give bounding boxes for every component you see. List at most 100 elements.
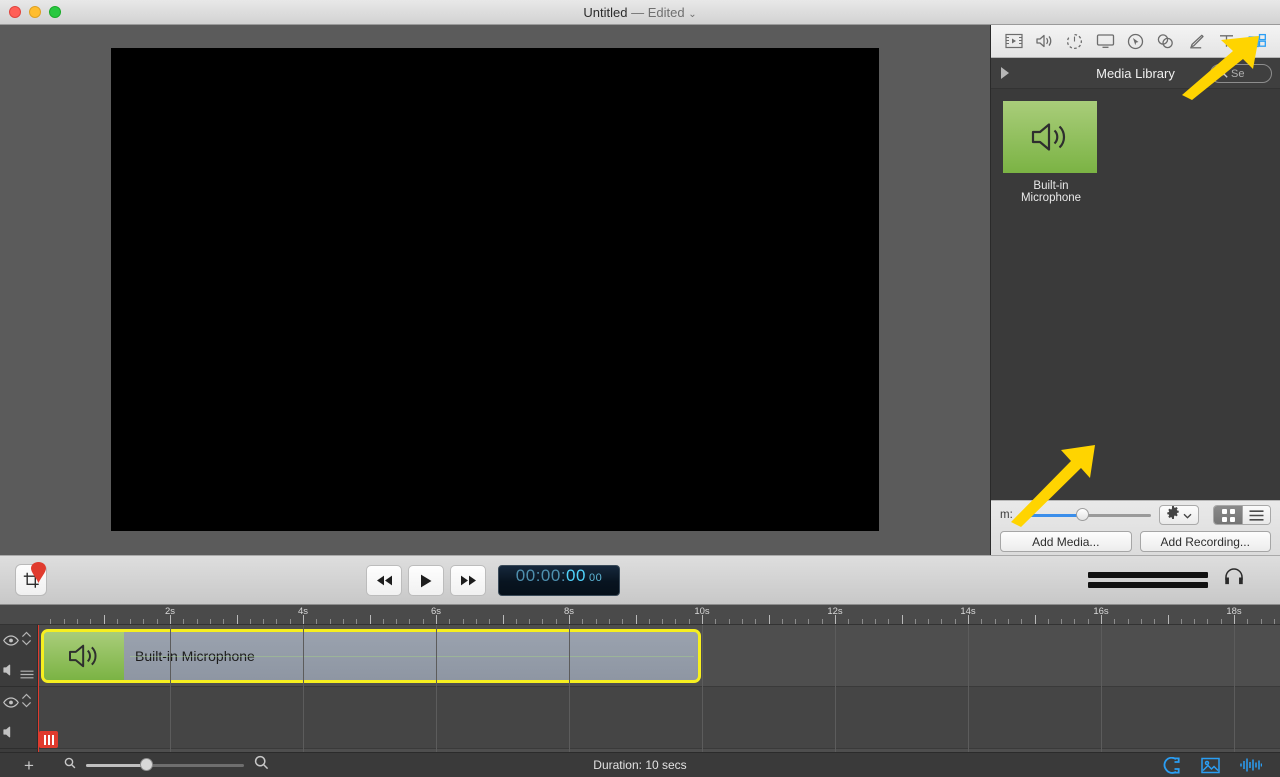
timecode-seconds: 00 xyxy=(566,566,586,585)
ruler-tick xyxy=(874,619,876,624)
ruler-tick xyxy=(1061,619,1063,624)
disclosure-triangle-icon[interactable] xyxy=(1001,67,1009,79)
ruler-tick xyxy=(1021,619,1023,624)
timeline-gridline xyxy=(835,625,836,752)
timeline-zoom-slider[interactable] xyxy=(85,758,244,771)
gear-icon xyxy=(1166,505,1180,525)
timeline-marker[interactable] xyxy=(39,731,58,748)
ruler-tick xyxy=(276,619,278,624)
annotation-pencil-icon[interactable] xyxy=(1183,29,1209,53)
transitions-icon[interactable] xyxy=(1062,29,1088,53)
ruler-tick xyxy=(994,619,996,624)
chevron-down-icon xyxy=(1183,506,1192,524)
track-row[interactable] xyxy=(38,687,1280,749)
fast-forward-button[interactable] xyxy=(450,565,486,596)
grid-view-button[interactable] xyxy=(1214,506,1243,524)
ruler-label: 10s xyxy=(694,606,710,617)
shapes-icon[interactable] xyxy=(1153,29,1179,53)
ruler-tick xyxy=(821,619,823,624)
ruler-tick xyxy=(688,619,690,624)
ruler-tick xyxy=(422,619,424,624)
display-icon[interactable] xyxy=(1092,29,1118,53)
timecode-display[interactable]: 00:00: 00 00 xyxy=(498,565,620,596)
ruler-tick xyxy=(382,619,384,624)
search-icon xyxy=(1217,65,1228,83)
library-zoom-slider[interactable] xyxy=(1020,508,1152,522)
speaker-mute-icon[interactable] xyxy=(3,725,17,743)
ruler-tick xyxy=(1194,619,1196,624)
slider-knob[interactable] xyxy=(139,758,153,771)
speaker-mute-icon[interactable] xyxy=(3,663,17,681)
zoom-button[interactable] xyxy=(49,6,61,18)
ruler-label: 16s xyxy=(1093,606,1109,617)
title-separator: — xyxy=(631,4,645,20)
slider-knob[interactable] xyxy=(1076,508,1090,521)
timeline-gridline xyxy=(436,625,437,752)
ruler-tick xyxy=(622,619,624,624)
image-thumbnail-icon[interactable] xyxy=(1201,757,1220,774)
lines-icon[interactable] xyxy=(20,666,34,684)
ruler-tick xyxy=(781,619,783,624)
media-icon[interactable] xyxy=(1001,29,1027,53)
add-media-button[interactable]: Add Media... xyxy=(1000,531,1132,552)
chevron-updown-icon[interactable] xyxy=(21,693,32,713)
ruler-tick xyxy=(1220,619,1222,624)
ruler-tick xyxy=(1167,615,1169,624)
ruler-tick xyxy=(954,619,956,624)
ruler-tick xyxy=(63,619,65,624)
search-input[interactable]: Se xyxy=(1210,64,1272,83)
track-row[interactable]: Built-in Microphone xyxy=(38,625,1280,687)
timecode-hours-minutes: 00:00: xyxy=(515,566,567,585)
ruler-tick xyxy=(1034,615,1036,624)
plus-icon[interactable]: + xyxy=(24,757,34,774)
magnet-snap-icon[interactable] xyxy=(1162,756,1181,774)
ruler-tick xyxy=(489,619,491,624)
eye-icon[interactable] xyxy=(3,633,19,651)
ruler-tick xyxy=(1180,619,1182,624)
ruler-tick xyxy=(196,619,198,624)
timeline-gridline xyxy=(1101,625,1102,752)
timeline-ruler[interactable]: 2s 4s 6s 8s 10s 12s 14s 16s 18s xyxy=(0,605,1280,625)
ruler-tick xyxy=(515,619,517,624)
ruler-tick xyxy=(475,619,477,624)
cursor-icon[interactable] xyxy=(1123,29,1149,53)
list-view-button[interactable] xyxy=(1242,506,1270,524)
ruler-label: 12s xyxy=(827,606,843,617)
transport-controls: 00:00: 00 00 xyxy=(366,565,620,596)
track-headers xyxy=(0,625,38,752)
ruler-tick xyxy=(608,619,610,624)
settings-gear-button[interactable] xyxy=(1159,505,1200,525)
ruler-tick xyxy=(1207,619,1209,624)
timeline-gridline xyxy=(702,625,703,752)
magnifier-large-icon[interactable] xyxy=(254,755,269,775)
audio-waveform-icon[interactable] xyxy=(1240,757,1262,773)
text-icon[interactable] xyxy=(1214,29,1240,53)
timeline-clip[interactable]: Built-in Microphone xyxy=(41,629,701,683)
ruler-tick xyxy=(675,619,677,624)
play-button[interactable] xyxy=(408,565,444,596)
bottom-right-tools xyxy=(1162,756,1262,774)
media-library-icon[interactable] xyxy=(1244,29,1270,53)
chevron-updown-icon[interactable] xyxy=(21,631,32,651)
video-canvas[interactable] xyxy=(111,48,879,531)
preview-stage xyxy=(0,25,990,555)
rewind-button[interactable] xyxy=(366,565,402,596)
close-button[interactable] xyxy=(9,6,21,18)
eye-icon[interactable] xyxy=(3,695,19,713)
ruler-tick xyxy=(662,619,664,624)
minimize-button[interactable] xyxy=(29,6,41,18)
ruler-tick xyxy=(529,619,531,624)
ruler-tick xyxy=(143,619,145,624)
headphone-icon[interactable] xyxy=(1224,568,1244,590)
title-chevron-down-icon[interactable]: ⌄ xyxy=(688,9,696,20)
media-item[interactable]: Built-in Microphone xyxy=(1003,101,1099,204)
audio-icon[interactable] xyxy=(1031,29,1057,53)
add-recording-button[interactable]: Add Recording... xyxy=(1139,531,1271,552)
app-window: Untitled — Edited ⌄ Media Library Se Bui… xyxy=(0,0,1280,777)
ruler-tick xyxy=(223,619,225,624)
ruler-tick xyxy=(595,619,597,624)
magnifier-small-icon[interactable] xyxy=(64,756,76,774)
timeline-tracks[interactable]: Built-in Microphone xyxy=(38,625,1280,752)
window-controls xyxy=(9,6,61,18)
ruler-tick xyxy=(116,619,118,624)
